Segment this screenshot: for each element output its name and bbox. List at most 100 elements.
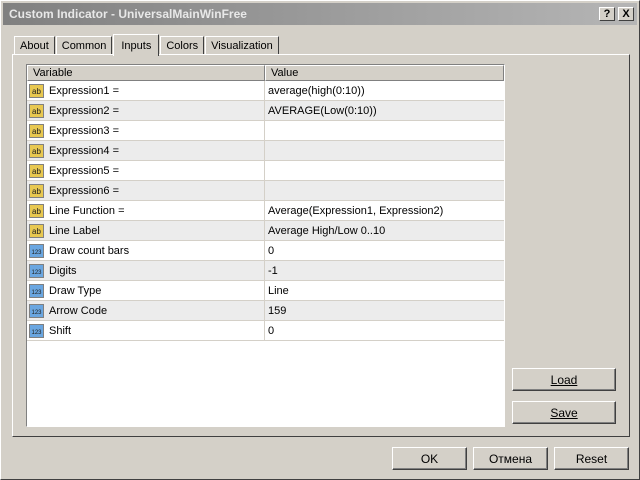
svg-text:123: 123 <box>31 270 42 276</box>
svg-text:ab: ab <box>32 107 41 116</box>
load-button[interactable]: Load <box>512 368 616 391</box>
table-row[interactable]: ab Expression2 = AVERAGE(Low(0:10)) <box>27 101 504 121</box>
variable-label: Expression1 = <box>49 84 120 97</box>
table-row[interactable]: ab Expression6 = <box>27 181 504 201</box>
tab-inputs[interactable]: Inputs <box>113 34 160 56</box>
svg-text:ab: ab <box>32 227 41 236</box>
variable-label: Expression3 = <box>49 124 120 137</box>
svg-text:ab: ab <box>32 87 41 96</box>
cancel-button[interactable]: Отмена <box>473 447 548 470</box>
value-cell[interactable] <box>265 121 504 140</box>
variable-cell: ab Expression2 = <box>27 101 265 120</box>
value-cell[interactable]: 0 <box>265 241 504 260</box>
window-title: Custom Indicator - UniversalMainWinFree <box>9 7 247 21</box>
value-cell[interactable]: AVERAGE(Low(0:10)) <box>265 101 504 120</box>
variable-cell: 123 Digits <box>27 261 265 280</box>
help-button[interactable]: ? <box>599 7 615 21</box>
integer-icon: 123 <box>29 243 44 258</box>
string-icon: ab <box>29 203 44 218</box>
reset-button[interactable]: Reset <box>554 447 629 470</box>
table-row[interactable]: ab Expression1 = average(high(0:10)) <box>27 81 504 101</box>
variable-cell: ab Expression3 = <box>27 121 265 140</box>
table-row[interactable]: ab Expression3 = <box>27 121 504 141</box>
svg-text:123: 123 <box>31 330 42 336</box>
table-row[interactable]: 123 Arrow Code 159 <box>27 301 504 321</box>
variable-label: Expression5 = <box>49 164 120 177</box>
custom-indicator-dialog: Custom Indicator - UniversalMainWinFree … <box>0 0 640 480</box>
svg-text:123: 123 <box>31 250 42 256</box>
variable-label: Expression6 = <box>49 184 120 197</box>
value-cell[interactable]: -1 <box>265 261 504 280</box>
variable-label: Draw count bars <box>49 244 130 257</box>
variable-cell: 123 Arrow Code <box>27 301 265 320</box>
table-row[interactable]: 123 Draw count bars 0 <box>27 241 504 261</box>
tab-visualization[interactable]: Visualization <box>205 36 279 55</box>
string-icon: ab <box>29 143 44 158</box>
value-cell[interactable]: Average(Expression1, Expression2) <box>265 201 504 220</box>
svg-text:ab: ab <box>32 167 41 176</box>
value-cell[interactable] <box>265 161 504 180</box>
table-row[interactable]: ab Expression5 = <box>27 161 504 181</box>
inputs-panel: Variable Value ab Expression1 = average(hi… <box>12 54 630 437</box>
variable-label: Arrow Code <box>49 304 108 317</box>
variable-label: Shift <box>49 324 72 337</box>
string-icon: ab <box>29 183 44 198</box>
table-row[interactable]: 123 Draw Type Line <box>27 281 504 301</box>
value-cell[interactable] <box>265 141 504 160</box>
integer-icon: 123 <box>29 323 44 338</box>
save-button-label: Save <box>550 405 578 420</box>
close-button[interactable]: X <box>618 7 634 21</box>
value-cell[interactable]: 159 <box>265 301 504 320</box>
svg-text:ab: ab <box>32 127 41 136</box>
svg-text:123: 123 <box>31 310 42 316</box>
string-icon: ab <box>29 163 44 178</box>
variable-cell: ab Expression5 = <box>27 161 265 180</box>
table-row[interactable]: 123 Digits -1 <box>27 261 504 281</box>
variable-cell: ab Expression4 = <box>27 141 265 160</box>
variable-cell: ab Expression1 = <box>27 81 265 100</box>
table-row[interactable]: ab Line Label Average High/Low 0..10 <box>27 221 504 241</box>
value-cell[interactable]: Line <box>265 281 504 300</box>
variable-cell: 123 Shift <box>27 321 265 340</box>
table-body: ab Expression1 = average(high(0:10)) ab Expr… <box>27 81 504 341</box>
load-button-label: Load <box>550 372 578 387</box>
string-icon: ab <box>29 223 44 238</box>
variable-cell: ab Line Function = <box>27 201 265 220</box>
inputs-table: Variable Value ab Expression1 = average(hi… <box>26 64 505 427</box>
variable-cell: 123 Draw Type <box>27 281 265 300</box>
value-cell[interactable]: Average High/Low 0..10 <box>265 221 504 240</box>
integer-icon: 123 <box>29 303 44 318</box>
value-cell[interactable]: 0 <box>265 321 504 340</box>
table-row[interactable]: 123 Shift 0 <box>27 321 504 341</box>
variable-label: Draw Type <box>49 284 102 297</box>
table-row[interactable]: ab Line Function = Average(Expression1, Ex… <box>27 201 504 221</box>
column-header-variable[interactable]: Variable <box>27 65 265 81</box>
svg-text:123: 123 <box>31 290 42 296</box>
tab-about[interactable]: About <box>14 36 55 55</box>
tab-strip: About Common Inputs Colors Visualization <box>14 34 280 56</box>
table-row[interactable]: ab Expression4 = <box>27 141 504 161</box>
variable-label: Line Function = <box>49 204 125 217</box>
title-bar[interactable]: Custom Indicator - UniversalMainWinFree … <box>3 3 637 25</box>
svg-text:ab: ab <box>32 207 41 216</box>
variable-cell: ab Line Label <box>27 221 265 240</box>
column-header-value[interactable]: Value <box>265 65 504 81</box>
value-cell[interactable]: average(high(0:10)) <box>265 81 504 100</box>
variable-label: Expression4 = <box>49 144 120 157</box>
save-button[interactable]: Save <box>512 401 616 424</box>
tab-colors[interactable]: Colors <box>160 36 205 55</box>
variable-label: Digits <box>49 264 77 277</box>
ok-button[interactable]: OK <box>392 447 467 470</box>
svg-text:ab: ab <box>32 187 41 196</box>
variable-cell: ab Expression6 = <box>27 181 265 200</box>
integer-icon: 123 <box>29 283 44 298</box>
string-icon: ab <box>29 123 44 138</box>
table-header: Variable Value <box>27 65 504 81</box>
variable-label: Line Label <box>49 224 100 237</box>
variable-cell: 123 Draw count bars <box>27 241 265 260</box>
string-icon: ab <box>29 83 44 98</box>
svg-text:ab: ab <box>32 147 41 156</box>
tab-common[interactable]: Common <box>55 36 113 55</box>
integer-icon: 123 <box>29 263 44 278</box>
value-cell[interactable] <box>265 181 504 200</box>
